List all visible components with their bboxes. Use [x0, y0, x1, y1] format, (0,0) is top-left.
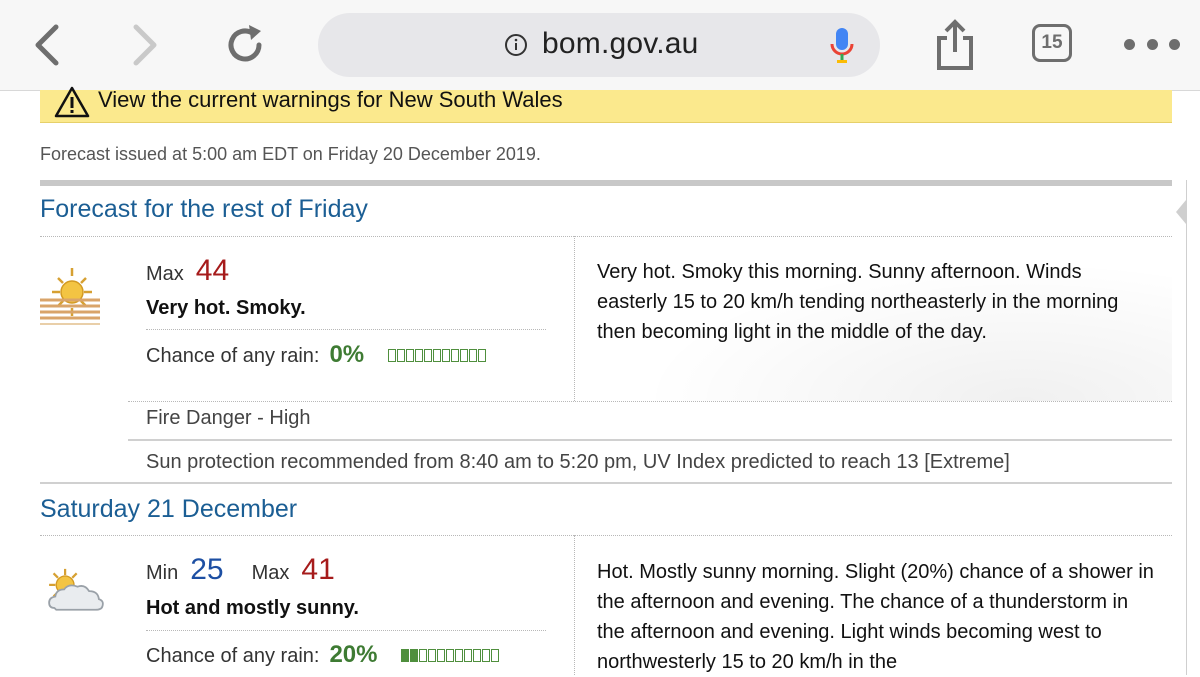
section-divider [40, 180, 1172, 186]
reload-icon [228, 25, 262, 62]
dot-icon [1146, 38, 1158, 50]
rain-bar-cell [410, 648, 419, 662]
rain-bar-cell [397, 348, 406, 362]
rain-bar-cell [491, 648, 500, 662]
forecast-description: Hot. Mostly sunny morning. Slight (20%) … [597, 561, 1154, 673]
rain-label: Chance of any rain: [146, 645, 320, 667]
min-temp: 25 [190, 553, 224, 586]
hazy-sun-icon [40, 268, 100, 325]
browser-toolbar: bom.gov.au 15 [0, 0, 1200, 91]
rain-bar-cell [460, 348, 469, 362]
share-button[interactable] [928, 18, 982, 72]
fire-danger-text: Fire Danger - High [146, 407, 311, 429]
temperature-row: Min 25 Max 41 [146, 553, 335, 587]
rain-chance-bar [388, 348, 487, 362]
more-menu-button[interactable] [1124, 32, 1180, 56]
rain-bar-cell [401, 648, 410, 662]
sun-behind-cloud-icon [48, 568, 104, 611]
temperature-row: Max 44 [146, 254, 229, 288]
forecast-description: Very hot. Smoky this morning. Sunny afte… [597, 261, 1119, 343]
divider [146, 329, 546, 330]
rain-bar-cell [424, 348, 433, 362]
divider [40, 535, 1172, 536]
rain-bar-cell [469, 348, 478, 362]
rain-bar-cell [482, 648, 491, 662]
divider [574, 535, 575, 675]
address-bar[interactable]: bom.gov.au [318, 13, 880, 77]
share-icon [937, 19, 973, 70]
rain-chance-bar [401, 648, 500, 662]
max-label: Max [146, 263, 184, 285]
forward-button[interactable] [118, 18, 172, 72]
rain-bar-cell [455, 648, 464, 662]
max-temp: 41 [301, 553, 335, 586]
rain-bar-cell [388, 348, 397, 362]
chevron-left-icon [35, 24, 59, 66]
max-label: Max [251, 562, 290, 584]
forecast-summary: Hot and mostly sunny. [146, 597, 359, 619]
rain-chance-row: Chance of any rain: 0% [146, 341, 487, 369]
side-panel-handle[interactable] [1176, 200, 1186, 224]
max-temp: 44 [195, 254, 230, 287]
reload-button[interactable] [218, 18, 272, 72]
min-label: Min [146, 562, 179, 584]
rain-bar-cell [464, 648, 473, 662]
forecast-issued-text: Forecast issued at 5:00 am EDT on Friday… [40, 144, 541, 164]
warning-icon [54, 86, 90, 118]
rain-bar-cell [437, 648, 446, 662]
chevron-right-icon [133, 24, 157, 66]
rain-bar-cell [415, 348, 424, 362]
rain-bar-cell [428, 648, 437, 662]
rain-bar-cell [406, 348, 415, 362]
rain-bar-cell [478, 348, 487, 362]
dot-icon [1169, 38, 1180, 50]
warnings-link[interactable]: View the current warnings for New South … [98, 87, 563, 113]
divider [146, 630, 546, 631]
divider [128, 439, 1172, 441]
rain-chance-value: 0% [329, 341, 365, 368]
sun-protection-text: Sun protection recommended from 8:40 am … [146, 451, 1010, 473]
rain-bar-cell [446, 648, 455, 662]
divider [40, 482, 1172, 484]
day-title: Forecast for the rest of Friday [40, 195, 368, 223]
info-icon[interactable] [504, 33, 528, 57]
divider [574, 236, 575, 401]
rain-bar-cell [451, 348, 460, 362]
rain-bar-cell [473, 648, 482, 662]
forecast-summary: Very hot. Smoky. [146, 297, 306, 319]
rain-bar-cell [433, 348, 442, 362]
side-panel-edge [1186, 180, 1200, 675]
rain-bar-cell [419, 648, 428, 662]
dot-icon [1124, 38, 1135, 50]
warnings-banner[interactable]: View the current warnings for New South … [40, 86, 1172, 123]
divider [128, 401, 1172, 402]
rain-bar-cell [442, 348, 451, 362]
tabs-button[interactable]: 15 [1032, 24, 1072, 62]
rain-chance-value: 20% [329, 641, 378, 668]
back-button[interactable] [20, 18, 74, 72]
microphone-icon[interactable] [828, 26, 856, 66]
day-title: Saturday 21 December [40, 495, 298, 523]
url-text: bom.gov.au [542, 27, 699, 60]
rain-label: Chance of any rain: [146, 345, 320, 367]
rain-chance-row: Chance of any rain: 20% [146, 641, 500, 669]
